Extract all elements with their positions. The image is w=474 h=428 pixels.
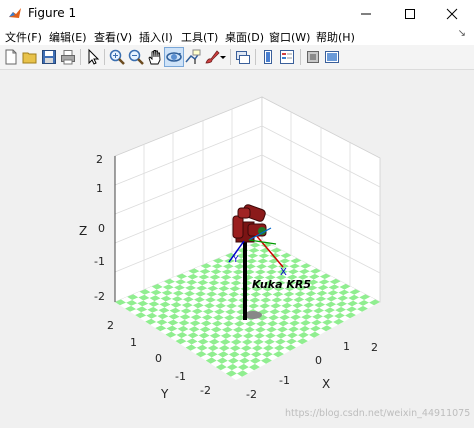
toolbar-separator: [300, 49, 301, 65]
zoom-out-icon[interactable]: [127, 48, 145, 66]
menu-desktop[interactable]: 桌面(D): [225, 29, 264, 45]
pointer-icon[interactable]: [84, 48, 102, 66]
open-file-icon[interactable]: [21, 48, 39, 66]
svg-text:0: 0: [155, 352, 162, 365]
pan-icon[interactable]: [146, 48, 164, 66]
tool-axis-label: X: [280, 267, 287, 278]
robot-name-label: Kuka KR5: [252, 278, 311, 291]
toolbar-separator: [80, 49, 81, 65]
hide-plot-tools-icon[interactable]: [304, 48, 322, 66]
colorbar-icon[interactable]: [259, 48, 277, 66]
menu-tools[interactable]: 工具(T): [181, 29, 218, 45]
x-axis-label: X: [322, 377, 330, 391]
svg-text:-2: -2: [246, 388, 257, 401]
svg-text:-1: -1: [94, 255, 105, 268]
menu-edit[interactable]: 编辑(E): [49, 29, 87, 45]
toolbar-separator: [104, 49, 105, 65]
menu-help[interactable]: 帮助(H): [316, 29, 355, 45]
show-plot-tools-icon[interactable]: [323, 48, 341, 66]
minimize-icon: [361, 13, 371, 14]
menu-bar: 文件(F) 编辑(E) 查看(V) 插入(I) 工具(T) 桌面(D) 窗口(W…: [0, 27, 474, 45]
title-bar: Figure 1: [0, 0, 474, 27]
save-icon[interactable]: [40, 48, 58, 66]
svg-text:2: 2: [371, 341, 378, 354]
legend-icon[interactable]: [278, 48, 296, 66]
svg-text:0: 0: [315, 354, 322, 367]
svg-text:1: 1: [96, 182, 103, 195]
y-axis-label: Y: [160, 387, 169, 401]
z-axis-label: Z: [79, 224, 87, 238]
watermark: https://blog.csdn.net/weixin_44911075: [285, 408, 470, 419]
z-axis-ticks: 2 1 0 -1 -2: [94, 153, 105, 303]
maximize-icon: [405, 8, 415, 19]
svg-text:0: 0: [98, 222, 105, 235]
maximize-button[interactable]: [388, 0, 432, 27]
svg-text:1: 1: [343, 340, 350, 353]
rotate-3d-icon: [166, 52, 182, 62]
svg-text:-2: -2: [200, 384, 211, 397]
menu-expand-icon[interactable]: ↘: [458, 28, 466, 39]
close-icon: [446, 8, 458, 19]
window-title: Figure 1: [28, 6, 77, 20]
svg-text:-2: -2: [94, 290, 105, 303]
figure-window: Figure 1 文件(F) 编辑(E) 查看(V) 插入(I) 工具(T) 桌…: [0, 0, 474, 424]
toolbar-separator: [230, 49, 231, 65]
matlab-icon: [9, 8, 21, 18]
svg-text:2: 2: [96, 153, 103, 166]
svg-text:-1: -1: [175, 370, 186, 383]
menu-file[interactable]: 文件(F): [5, 29, 42, 45]
zoom-in-icon[interactable]: [108, 48, 126, 66]
toolbar-separator: [255, 49, 256, 65]
svg-text:1: 1: [130, 336, 137, 349]
menu-insert[interactable]: 插入(I): [139, 29, 173, 45]
svg-text:-1: -1: [279, 374, 290, 387]
menu-window[interactable]: 窗口(W): [269, 29, 310, 45]
link-plot-icon[interactable]: [234, 48, 252, 66]
data-cursor-icon[interactable]: [184, 48, 202, 66]
axes-3d[interactable]: Y X Kuka KR5 2 1 0 -1 -2 Z 2 1 0 -1 -2 Y: [0, 70, 474, 424]
figure-toolbar: [0, 45, 474, 70]
new-figure-icon[interactable]: [2, 48, 20, 66]
svg-text:2: 2: [107, 319, 114, 332]
menu-view[interactable]: 查看(V): [94, 29, 132, 45]
rotate-3d-button[interactable]: [164, 47, 184, 67]
plot-canvas[interactable]: Y X Kuka KR5 2 1 0 -1 -2 Z 2 1 0 -1 -2 Y: [0, 70, 474, 424]
minimize-button[interactable]: [344, 0, 388, 27]
brush-dropdown-icon[interactable]: [219, 48, 227, 66]
close-button[interactable]: [430, 0, 474, 27]
svg-text:Y: Y: [232, 255, 239, 265]
print-icon[interactable]: [59, 48, 77, 66]
